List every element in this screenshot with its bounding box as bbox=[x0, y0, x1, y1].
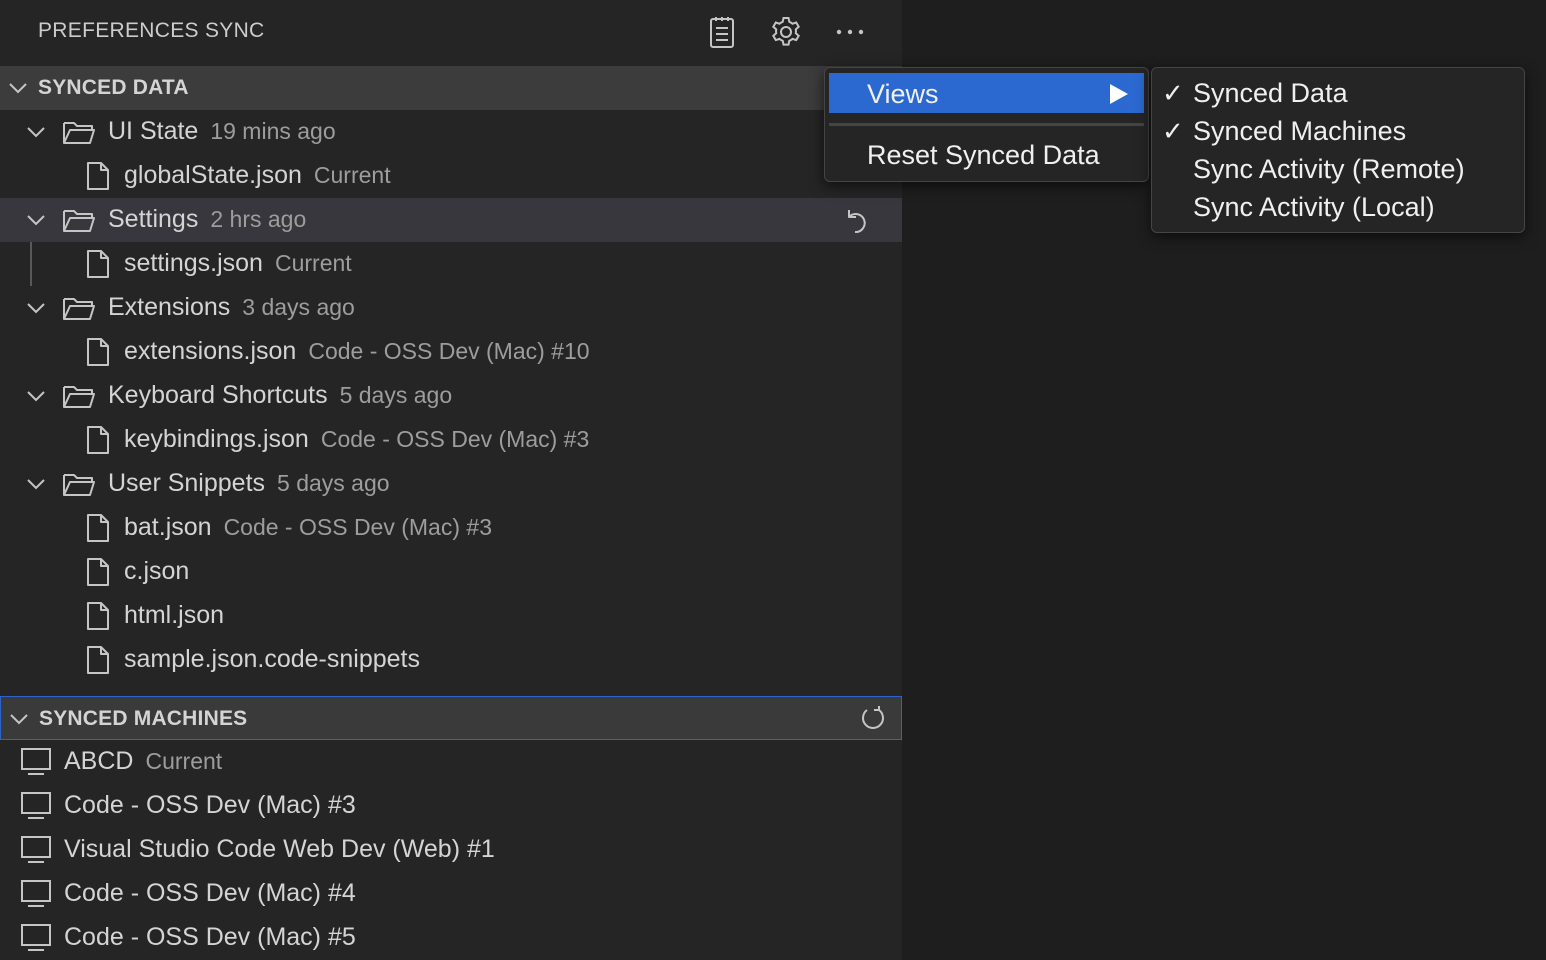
submenu-item-sync-activity-local[interactable]: Sync Activity (Local) bbox=[1156, 187, 1520, 225]
chevron-down-icon bbox=[10, 714, 28, 725]
gear-icon bbox=[772, 17, 800, 46]
menu-item-label: Reset Synced Data bbox=[867, 140, 1100, 170]
machine-label: Code - OSS Dev (Mac) #5 bbox=[64, 923, 356, 951]
folder-open-icon bbox=[63, 474, 95, 496]
tree-group-ui-state[interactable]: UI State 19 mins ago bbox=[0, 110, 902, 154]
refresh-machines-button[interactable] bbox=[857, 703, 889, 735]
submenu-item-sync-activity-remote[interactable]: Sync Activity (Remote) bbox=[1156, 149, 1520, 187]
title-action-settings[interactable] bbox=[766, 12, 806, 52]
tree-file-label: extensions.json Code - OSS Dev (Mac) #10 bbox=[124, 337, 590, 365]
monitor-icon bbox=[21, 748, 51, 775]
menu-item-label: Views bbox=[867, 79, 939, 109]
tree-file-label: bat.json Code - OSS Dev (Mac) #3 bbox=[124, 513, 492, 541]
file-icon bbox=[87, 646, 109, 674]
machine-item-oss-dev-3[interactable]: Code - OSS Dev (Mac) #3 bbox=[0, 784, 902, 828]
submenu-item-synced-data[interactable]: ✓ Synced Data bbox=[1156, 73, 1520, 111]
monitor-icon bbox=[21, 836, 51, 863]
monitor-icon bbox=[21, 880, 51, 907]
machine-item-abcd[interactable]: ABCD Current bbox=[0, 740, 902, 784]
title-action-more[interactable] bbox=[830, 12, 870, 52]
machine-item-web-dev-1[interactable]: Visual Studio Code Web Dev (Web) #1 bbox=[0, 828, 902, 872]
sidebar-title: PREFERENCES SYNC bbox=[38, 19, 265, 42]
submenu-item-label: Sync Activity (Remote) bbox=[1193, 154, 1465, 184]
chevron-down-icon bbox=[9, 83, 27, 94]
submenu-arrow-icon bbox=[1110, 84, 1128, 104]
machine-label: Code - OSS Dev (Mac) #3 bbox=[64, 791, 356, 819]
chevron-down-icon bbox=[27, 479, 45, 490]
tree-file-label: settings.json Current bbox=[124, 249, 352, 277]
file-icon bbox=[87, 602, 109, 630]
submenu-item-label: Synced Machines bbox=[1193, 116, 1407, 146]
tree-group-label: User Snippets 5 days ago bbox=[108, 469, 390, 497]
list-icon bbox=[710, 17, 734, 48]
more-actions-menu: Views Reset Synced Data bbox=[824, 67, 1149, 182]
machine-item-oss-dev-5[interactable]: Code - OSS Dev (Mac) #5 bbox=[0, 916, 902, 960]
file-icon bbox=[87, 338, 109, 366]
machine-label: Code - OSS Dev (Mac) #4 bbox=[64, 879, 356, 907]
tree-file-label: sample.json.code-snippets bbox=[124, 645, 420, 673]
tree-group-settings[interactable]: Settings 2 hrs ago bbox=[0, 198, 902, 242]
checkmark-icon: ✓ bbox=[1162, 79, 1184, 109]
tree-group-label: Settings 2 hrs ago bbox=[108, 205, 307, 233]
menu-item-views[interactable]: Views bbox=[829, 73, 1144, 113]
tree-file-c[interactable]: c.json bbox=[0, 550, 902, 594]
submenu-item-label: Synced Data bbox=[1193, 78, 1348, 108]
more-icon bbox=[836, 29, 864, 35]
file-icon bbox=[87, 250, 109, 278]
tree-group-keyboard-shortcuts[interactable]: Keyboard Shortcuts 5 days ago bbox=[0, 374, 902, 418]
tree-group-label: UI State 19 mins ago bbox=[108, 117, 336, 145]
folder-open-icon bbox=[63, 298, 95, 320]
tree-file-label: html.json bbox=[124, 601, 225, 629]
file-icon bbox=[87, 514, 109, 542]
menu-separator bbox=[829, 123, 1144, 126]
tree-group-user-snippets[interactable]: User Snippets 5 days ago bbox=[0, 462, 902, 506]
tree-group-label: Extensions 3 days ago bbox=[108, 293, 355, 321]
machine-label: Visual Studio Code Web Dev (Web) #1 bbox=[64, 835, 495, 863]
reset-settings-button[interactable] bbox=[840, 204, 872, 236]
tree-file-bat[interactable]: bat.json Code - OSS Dev (Mac) #3 bbox=[0, 506, 902, 550]
section-title: SYNCED MACHINES bbox=[39, 707, 248, 730]
chevron-down-icon bbox=[27, 303, 45, 314]
monitor-icon bbox=[21, 924, 51, 951]
submenu-item-synced-machines[interactable]: ✓ Synced Machines bbox=[1156, 111, 1520, 149]
tree-file-label: globalState.json Current bbox=[124, 161, 391, 189]
tree-file-settings[interactable]: settings.json Current bbox=[0, 242, 902, 286]
checkmark-icon: ✓ bbox=[1162, 117, 1184, 147]
synced-machines-section-header[interactable]: SYNCED MACHINES bbox=[0, 696, 902, 740]
section-title: SYNCED DATA bbox=[38, 76, 189, 99]
refresh-icon bbox=[862, 706, 884, 729]
preferences-sync-sidebar: PREFERENCES SYNC SYNCED DATA UI State 19… bbox=[0, 0, 902, 960]
submenu-item-label: Sync Activity (Local) bbox=[1193, 192, 1435, 222]
undo-icon bbox=[848, 210, 866, 234]
chevron-down-icon bbox=[27, 215, 45, 226]
tree-file-label: keybindings.json Code - OSS Dev (Mac) #3 bbox=[124, 425, 590, 453]
chevron-down-icon bbox=[27, 127, 45, 138]
machine-label: ABCD Current bbox=[64, 747, 223, 775]
folder-open-icon bbox=[63, 386, 95, 408]
folder-open-icon bbox=[63, 210, 95, 232]
folder-open-icon bbox=[63, 122, 95, 144]
tree-file-extensions[interactable]: extensions.json Code - OSS Dev (Mac) #10 bbox=[0, 330, 902, 374]
chevron-down-icon bbox=[27, 391, 45, 402]
tree-group-extensions[interactable]: Extensions 3 days ago bbox=[0, 286, 902, 330]
menu-item-reset-synced-data[interactable]: Reset Synced Data bbox=[829, 134, 1144, 174]
file-icon bbox=[87, 162, 109, 190]
tree-group-label: Keyboard Shortcuts 5 days ago bbox=[108, 381, 453, 409]
monitor-icon bbox=[21, 792, 51, 819]
title-action-list[interactable] bbox=[702, 12, 742, 52]
tree-file-sample-snippets[interactable]: sample.json.code-snippets bbox=[0, 638, 902, 682]
tree-file-globalstate[interactable]: globalState.json Current bbox=[0, 154, 902, 198]
tree-file-label: c.json bbox=[124, 557, 190, 585]
views-submenu: ✓ Synced Data ✓ Synced Machines Sync Act… bbox=[1151, 67, 1525, 233]
tree-file-keybindings[interactable]: keybindings.json Code - OSS Dev (Mac) #3 bbox=[0, 418, 902, 462]
sidebar-title-bar: PREFERENCES SYNC bbox=[0, 0, 902, 66]
file-icon bbox=[87, 558, 109, 586]
synced-data-section-header[interactable]: SYNCED DATA bbox=[0, 66, 902, 110]
tree-file-html[interactable]: html.json bbox=[0, 594, 902, 638]
machine-item-oss-dev-4[interactable]: Code - OSS Dev (Mac) #4 bbox=[0, 872, 902, 916]
file-icon bbox=[87, 426, 109, 454]
